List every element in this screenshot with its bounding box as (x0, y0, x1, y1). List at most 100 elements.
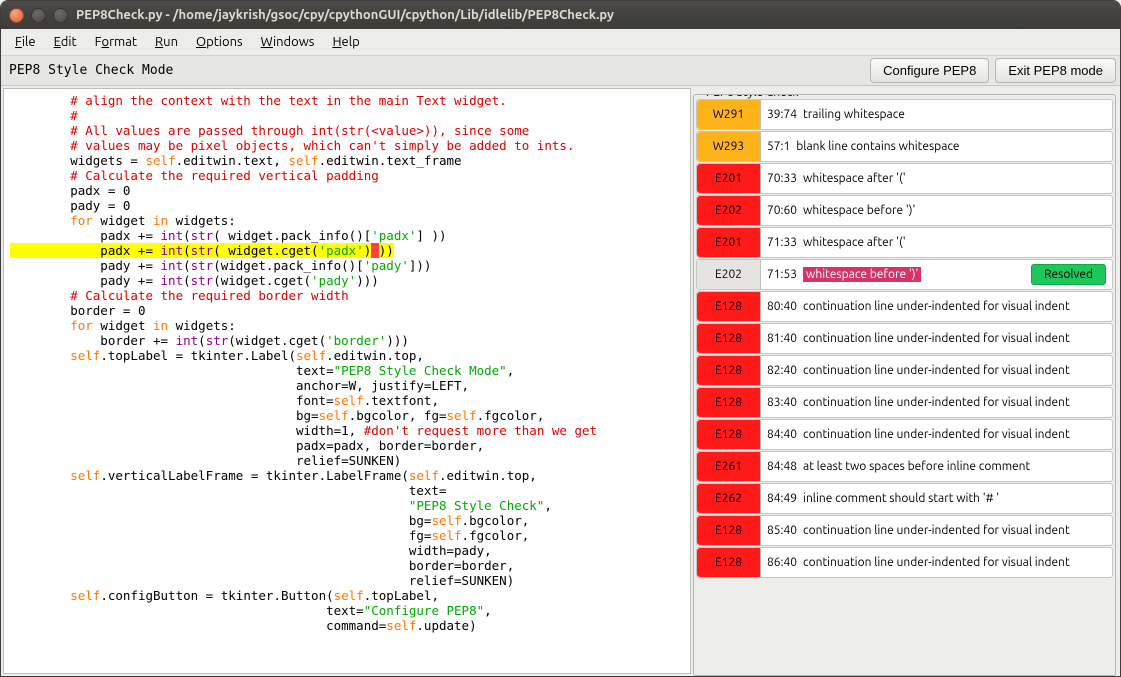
issue-location: 84:40 (767, 428, 797, 441)
issue-row[interactable]: E12880:40continuation line under-indente… (696, 291, 1113, 322)
code-line[interactable]: # align the context with the text in the… (10, 93, 688, 108)
issue-message: 84:40continuation line under-indented fo… (761, 420, 1112, 449)
code-line[interactable]: # All values are passed through int(str(… (10, 123, 688, 138)
code-line[interactable]: "PEP8 Style Check", (10, 498, 688, 513)
window-buttons (9, 8, 68, 23)
menu-run[interactable]: Run (147, 32, 186, 52)
menu-file[interactable]: File (7, 32, 44, 52)
code-line[interactable]: self.topLabel = tkinter.Label(self.editw… (10, 348, 688, 363)
issue-row[interactable]: E12882:40continuation line under-indente… (696, 355, 1113, 386)
menu-help[interactable]: Help (324, 32, 367, 52)
code-line[interactable]: text= (10, 483, 688, 498)
issue-code: E202 (697, 260, 761, 289)
issue-description: whitespace before ')' (803, 267, 921, 282)
code-line[interactable]: padx += int(str( widget.cget('padx') )) (10, 243, 688, 258)
issue-code: E201 (697, 228, 761, 257)
issue-row[interactable]: E20171:33whitespace after '(' (696, 227, 1113, 258)
issue-row[interactable]: E12886:40continuation line under-indente… (696, 547, 1113, 578)
issue-message: 70:33whitespace after '(' (761, 164, 1112, 193)
menu-format[interactable]: Format (87, 32, 145, 52)
issue-message: 70:60 whitespace before ')' (761, 196, 1112, 225)
issue-description: continuation line under-indented for vis… (803, 300, 1070, 313)
issue-message: 85:40continuation line under-indented fo… (761, 516, 1112, 545)
minimize-icon[interactable] (31, 8, 46, 23)
issue-row[interactable]: W29139:74trailing whitespace (696, 99, 1113, 130)
issue-message: 39:74trailing whitespace (761, 100, 1112, 129)
resolved-button[interactable]: Resolved (1031, 264, 1106, 285)
code-line[interactable]: for widget in widgets: (10, 318, 688, 333)
issue-location: 71:33 (767, 236, 797, 249)
issue-location: 70:60 (767, 204, 797, 217)
menu-edit[interactable]: Edit (46, 32, 85, 52)
issue-description: whitespace after '(' (803, 172, 906, 185)
code-line[interactable]: border=border, (10, 558, 688, 573)
code-line[interactable]: relief=SUNKEN) (10, 453, 688, 468)
pep8-issue-group: PEP8 Style Check W29139:74trailing white… (693, 94, 1116, 676)
issue-row[interactable]: E202 70:60 whitespace before ')' (696, 195, 1113, 226)
menu-options[interactable]: Options (188, 32, 251, 52)
code-line[interactable]: border = 0 (10, 303, 688, 318)
issue-location: 83:40 (767, 396, 797, 409)
issue-description: whitespace before ')' (803, 204, 915, 217)
issue-location: 82:40 (767, 364, 797, 377)
code-line[interactable]: bg=self.bgcolor, fg=self.fgcolor, (10, 408, 688, 423)
issue-message: 84:49inline comment should start with '#… (761, 484, 1112, 513)
issue-row[interactable]: E12883:40continuation line under-indente… (696, 387, 1113, 418)
issue-code: E128 (697, 420, 761, 449)
code-line[interactable]: pady += int(str(widget.cget('pady'))) (10, 273, 688, 288)
code-line[interactable]: text="Configure PEP8", (10, 603, 688, 618)
code-line[interactable]: # (10, 108, 688, 123)
code-line[interactable]: widgets = self.editwin.text, self.editwi… (10, 153, 688, 168)
code-line[interactable]: bg=self.bgcolor, (10, 513, 688, 528)
code-line[interactable]: padx=padx, border=border, (10, 438, 688, 453)
issue-location: 80:40 (767, 300, 797, 313)
issue-location: 39:74 (767, 108, 797, 121)
code-line[interactable]: pady += int(str(widget.pack_info()['pady… (10, 258, 688, 273)
menu-bar: File Edit Format Run Options Windows Hel… (1, 29, 1120, 56)
exit-pep8-mode-button[interactable]: Exit PEP8 mode (995, 58, 1116, 83)
issue-message: 82:40continuation line under-indented fo… (761, 356, 1112, 385)
code-line[interactable]: # Calculate the required vertical paddin… (10, 168, 688, 183)
issue-code: W293 (697, 132, 761, 161)
code-line[interactable]: text="PEP8 Style Check Mode", (10, 363, 688, 378)
issue-location: 84:49 (767, 492, 797, 505)
code-line[interactable]: padx = 0 (10, 183, 688, 198)
code-line[interactable]: width=pady, (10, 543, 688, 558)
menu-windows[interactable]: Windows (253, 32, 323, 52)
issue-code: E128 (697, 516, 761, 545)
code-line[interactable]: for widget in widgets: (10, 213, 688, 228)
code-line[interactable]: border += int(str(widget.cget('border'))… (10, 333, 688, 348)
code-text[interactable]: # align the context with the text in the… (4, 89, 690, 637)
issue-message: 71:53whitespace before ')'Resolved (761, 260, 1112, 289)
issue-row[interactable]: W29357:1blank line contains whitespace (696, 131, 1113, 162)
code-line[interactable]: command=self.update) (10, 618, 688, 633)
code-line[interactable]: anchor=W, justify=LEFT, (10, 378, 688, 393)
configure-pep8-button[interactable]: Configure PEP8 (870, 58, 989, 83)
code-line[interactable]: fg=self.fgcolor, (10, 528, 688, 543)
code-editor[interactable]: # align the context with the text in the… (3, 88, 691, 674)
code-line[interactable]: font=self.textfont, (10, 393, 688, 408)
issue-description: at least two spaces before inline commen… (803, 460, 1030, 473)
issue-row[interactable]: E20170:33whitespace after '(' (696, 163, 1113, 194)
code-line[interactable]: self.configButton = tkinter.Button(self.… (10, 588, 688, 603)
code-line[interactable]: # values may be pixel objects, which can… (10, 138, 688, 153)
code-line[interactable]: self.verticalLabelFrame = tkinter.LabelF… (10, 468, 688, 483)
issue-list[interactable]: W29139:74trailing whitespaceW29357:1blan… (696, 99, 1113, 673)
code-line[interactable]: relief=SUNKEN) (10, 573, 688, 588)
issue-code: E202 (697, 196, 761, 225)
maximize-icon[interactable] (53, 8, 68, 23)
code-line[interactable]: pady = 0 (10, 198, 688, 213)
issue-row[interactable]: E26284:49inline comment should start wit… (696, 483, 1113, 514)
code-line[interactable]: width=1, #don't request more than we get (10, 423, 688, 438)
issue-code: E128 (697, 548, 761, 577)
issue-description: blank line contains whitespace (796, 140, 959, 153)
issue-row[interactable]: E12885:40continuation line under-indente… (696, 515, 1113, 546)
issue-row[interactable]: E26184:48at least two spaces before inli… (696, 451, 1113, 482)
issue-row[interactable]: E12884:40continuation line under-indente… (696, 419, 1113, 450)
issue-row[interactable]: E20271:53whitespace before ')'Resolved (696, 259, 1113, 290)
close-icon[interactable] (9, 8, 24, 23)
issue-row[interactable]: E12881:40continuation line under-indente… (696, 323, 1113, 354)
code-line[interactable]: padx += int(str( widget.pack_info()['pad… (10, 228, 688, 243)
code-line[interactable]: # Calculate the required border width (10, 288, 688, 303)
issue-message: 86:40continuation line under-indented fo… (761, 548, 1112, 577)
